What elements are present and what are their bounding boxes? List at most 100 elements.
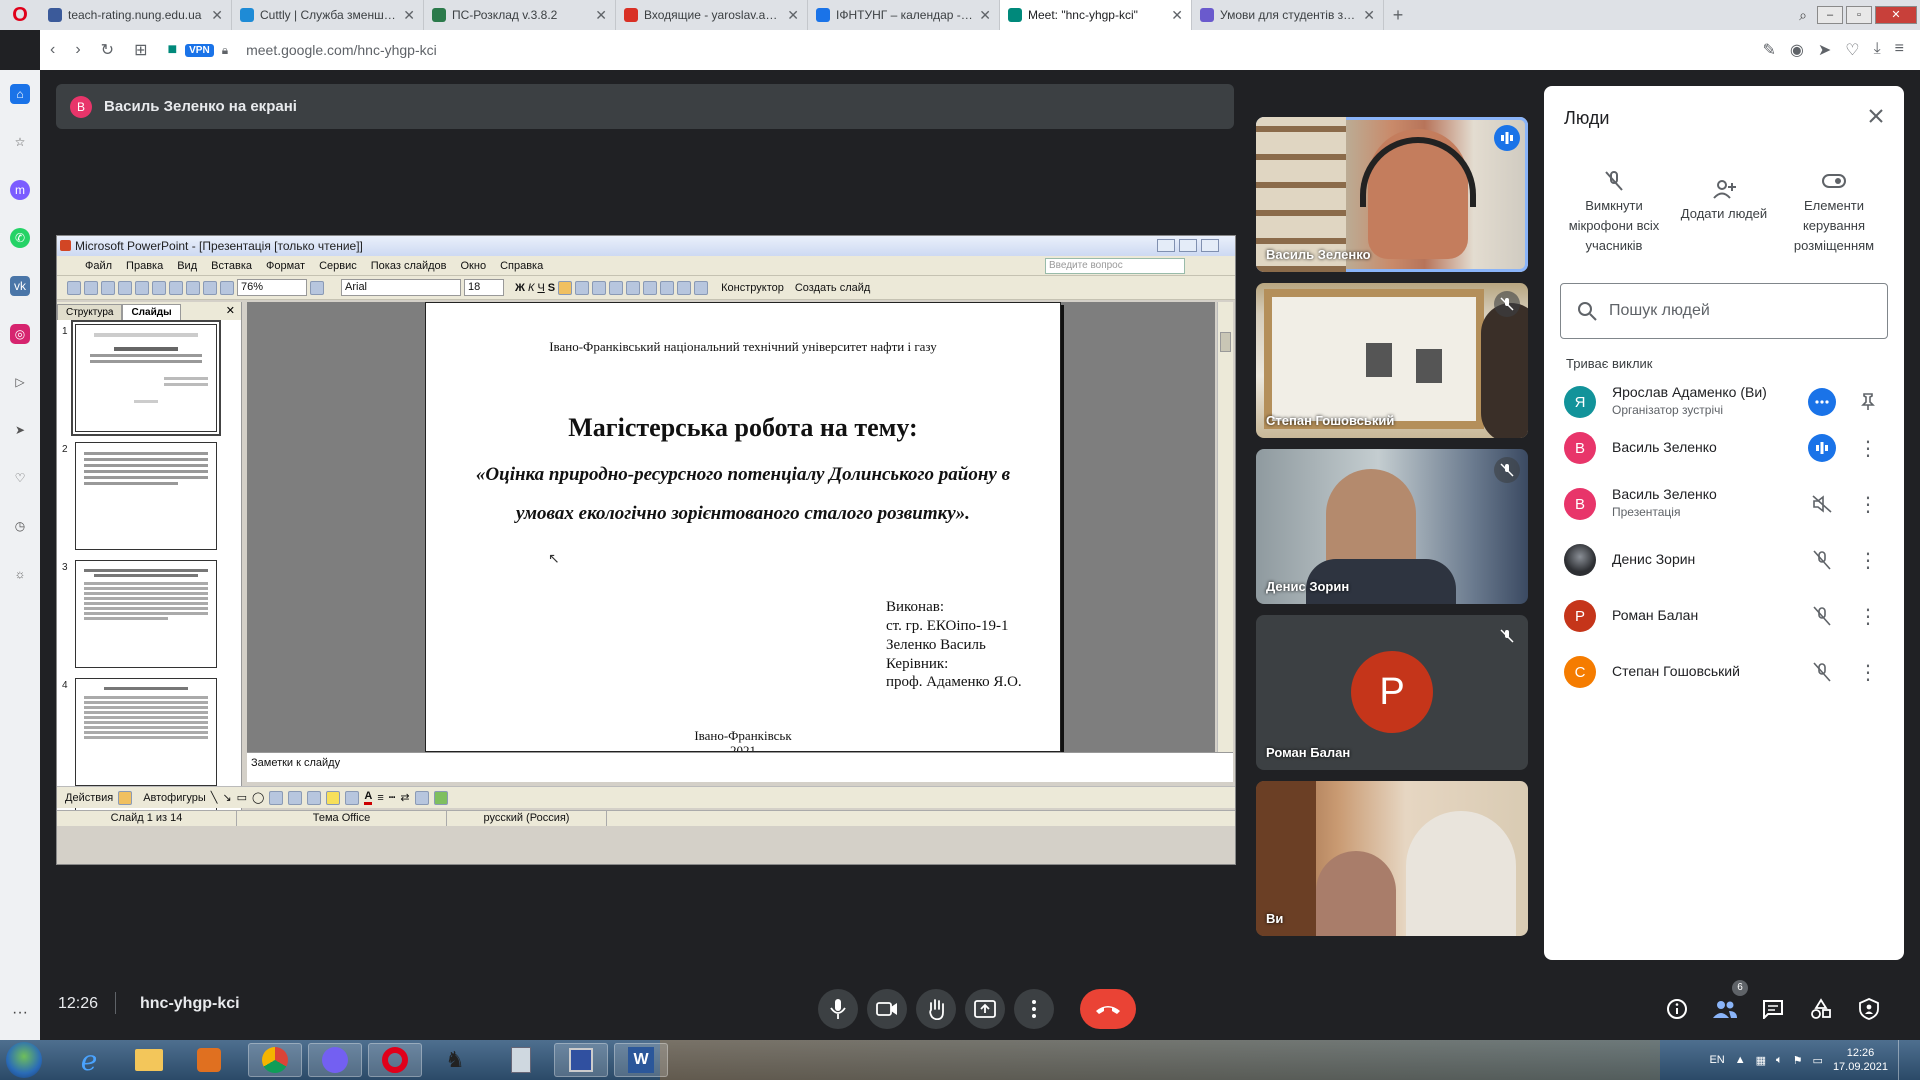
host-controls-button[interactable]: Елементи керування розміщенням bbox=[1784, 166, 1884, 256]
ppt-menu-tools[interactable]: Сервис bbox=[319, 260, 357, 272]
align-left-icon[interactable] bbox=[558, 280, 573, 295]
ppt-menu-file[interactable]: Файл bbox=[85, 260, 112, 272]
help-icon[interactable] bbox=[310, 280, 324, 295]
slide-thumb-2[interactable]: 2 bbox=[57, 438, 241, 556]
battery-icon[interactable]: ▭ bbox=[1813, 1054, 1823, 1067]
italic-icon[interactable]: К bbox=[528, 282, 534, 294]
panel-close-icon[interactable]: ✕ bbox=[226, 304, 235, 317]
edit-icon[interactable]: ✎ bbox=[1762, 40, 1775, 60]
browser-tab-3[interactable]: ПС-Розклад v.3.8.2 ✕ bbox=[424, 0, 616, 30]
save-icon[interactable] bbox=[101, 280, 115, 295]
ppt-menu-help[interactable]: Справка bbox=[500, 260, 543, 272]
slide-thumb-1[interactable]: 1 bbox=[57, 320, 241, 438]
participant-row[interactable]: Денис Зорин ⋮ bbox=[1544, 532, 1904, 588]
home-icon[interactable]: ⌂ bbox=[10, 84, 30, 104]
vk-icon[interactable]: vk bbox=[10, 276, 30, 296]
ppt-menu-window[interactable]: Окно bbox=[461, 260, 487, 272]
present-screen-button[interactable] bbox=[965, 989, 1005, 1029]
whatsapp-icon[interactable]: ✆ bbox=[10, 228, 30, 248]
flag-icon[interactable]: ⚑ bbox=[1793, 1054, 1803, 1067]
taskbar-calculator-icon[interactable] bbox=[494, 1043, 548, 1077]
underline-icon[interactable]: Ч bbox=[537, 282, 544, 294]
more-vert-icon[interactable]: ⋮ bbox=[1858, 490, 1878, 518]
browser-tab-1[interactable]: teach-rating.nung.edu.ua ✕ bbox=[40, 0, 232, 30]
participant-row[interactable]: В Василь Зеленко Презентація ⋮ bbox=[1544, 476, 1904, 532]
zoom-select[interactable]: 76% bbox=[237, 279, 307, 296]
chart-icon[interactable] bbox=[203, 280, 217, 295]
wordart-icon[interactable] bbox=[288, 790, 303, 805]
new-slide-button[interactable]: Создать слайд bbox=[795, 282, 870, 294]
send-sidebar-icon[interactable]: ➤ bbox=[10, 420, 30, 440]
slide-thumb-4[interactable]: 4 bbox=[57, 674, 241, 792]
tab-close-icon[interactable]: ✕ bbox=[403, 7, 415, 24]
participant-row[interactable]: С Степан Гошовський ⋮ bbox=[1544, 644, 1904, 700]
font-select[interactable]: Arial bbox=[341, 279, 461, 296]
forward-icon[interactable]: › bbox=[75, 41, 80, 59]
bullets-icon[interactable] bbox=[643, 280, 658, 295]
bookmark-icon[interactable]: ☆ bbox=[10, 132, 30, 152]
ppt-close-icon[interactable] bbox=[1201, 239, 1219, 252]
history-icon[interactable]: ◷ bbox=[10, 516, 30, 536]
taskbar-opera-icon[interactable] bbox=[368, 1043, 422, 1077]
activities-button[interactable] bbox=[1806, 994, 1836, 1024]
language-indicator[interactable]: EN bbox=[1709, 1054, 1724, 1066]
tile-self-view[interactable]: Ви bbox=[1256, 781, 1528, 936]
font-size-select[interactable]: 18 bbox=[464, 279, 504, 296]
more-vert-icon[interactable]: ⋮ bbox=[1858, 602, 1878, 630]
align-right-icon[interactable] bbox=[592, 280, 607, 295]
font-color-draw-icon[interactable]: A bbox=[364, 790, 373, 805]
open-icon[interactable] bbox=[84, 280, 98, 295]
ppt-menu-insert[interactable]: Вставка bbox=[211, 260, 252, 272]
3d-style-icon[interactable] bbox=[433, 790, 448, 805]
instagram-icon[interactable]: ◎ bbox=[10, 324, 30, 344]
show-desktop-button[interactable] bbox=[1898, 1040, 1908, 1080]
heart-icon[interactable]: ♡ bbox=[1845, 40, 1859, 60]
tips-icon[interactable]: ☼ bbox=[10, 564, 30, 584]
browser-tab-5[interactable]: ІФНТУНГ – календар - п'ят ✕ bbox=[808, 0, 1000, 30]
clipart-icon[interactable] bbox=[307, 790, 322, 805]
vpn-badge[interactable]: VPN bbox=[185, 43, 214, 57]
undo-icon[interactable] bbox=[186, 280, 200, 295]
start-button-icon[interactable] bbox=[6, 1042, 42, 1078]
tab-close-icon[interactable]: ✕ bbox=[1363, 7, 1375, 24]
table-icon[interactable] bbox=[220, 280, 234, 295]
taskbar-explorer-icon[interactable] bbox=[122, 1043, 176, 1077]
download-icon[interactable]: ⤓ bbox=[1874, 40, 1881, 60]
line-style-icon[interactable]: ≡ bbox=[377, 792, 383, 804]
send-icon[interactable]: ➤ bbox=[1818, 40, 1831, 60]
tile-roman-balan[interactable]: Р Роман Балан bbox=[1256, 615, 1528, 770]
justify-icon[interactable] bbox=[609, 280, 624, 295]
pin-icon[interactable] bbox=[1858, 388, 1878, 416]
tab-outline[interactable]: Структура bbox=[57, 304, 123, 320]
textbox-icon[interactable] bbox=[269, 790, 284, 805]
maximize-icon[interactable]: ▫ bbox=[1846, 6, 1872, 24]
meeting-code[interactable]: hnc-yhgp-kci bbox=[140, 995, 240, 1013]
fill-color-icon[interactable] bbox=[326, 790, 341, 805]
actions-menu[interactable]: Действия bbox=[65, 792, 113, 804]
raise-hand-button[interactable] bbox=[916, 989, 956, 1029]
chat-button[interactable] bbox=[1758, 994, 1788, 1024]
taskbar-disk-icon[interactable] bbox=[554, 1043, 608, 1077]
ppt-minimize-icon[interactable] bbox=[1157, 239, 1175, 252]
tab-close-icon[interactable]: ✕ bbox=[595, 7, 607, 24]
favorites-icon[interactable]: ♡ bbox=[10, 468, 30, 488]
minimize-icon[interactable]: – bbox=[1817, 6, 1843, 24]
ppt-vertical-scrollbar[interactable] bbox=[1217, 302, 1233, 782]
tray-arrow-icon[interactable]: ▲ bbox=[1735, 1054, 1746, 1066]
taskbar-chrome-icon[interactable] bbox=[248, 1043, 302, 1077]
mute-all-button[interactable]: Вимкнути мікрофони всіх учасників bbox=[1564, 166, 1664, 256]
tab-close-icon[interactable]: ✕ bbox=[1171, 7, 1183, 24]
more-vert-icon[interactable]: ⋮ bbox=[1858, 658, 1878, 686]
grow-font-icon[interactable] bbox=[660, 280, 675, 295]
more-options-button[interactable] bbox=[1014, 989, 1054, 1029]
browser-tab-2[interactable]: Cuttly | Служба зменшення ✕ bbox=[232, 0, 424, 30]
slide-thumb-3[interactable]: 3 bbox=[57, 556, 241, 674]
add-people-button[interactable]: Додати людей bbox=[1674, 174, 1774, 224]
tile-denys-zoryn[interactable]: Денис Зорин bbox=[1256, 449, 1528, 604]
designer-button[interactable]: Конструктор bbox=[721, 282, 784, 294]
tab-close-icon[interactable]: ✕ bbox=[979, 7, 991, 24]
opera-logo-icon[interactable]: O bbox=[0, 0, 40, 30]
people-button[interactable] bbox=[1710, 994, 1740, 1024]
taskbar-ie-icon[interactable]: e bbox=[62, 1043, 116, 1077]
snapshot-icon[interactable]: ◉ bbox=[1790, 40, 1804, 60]
